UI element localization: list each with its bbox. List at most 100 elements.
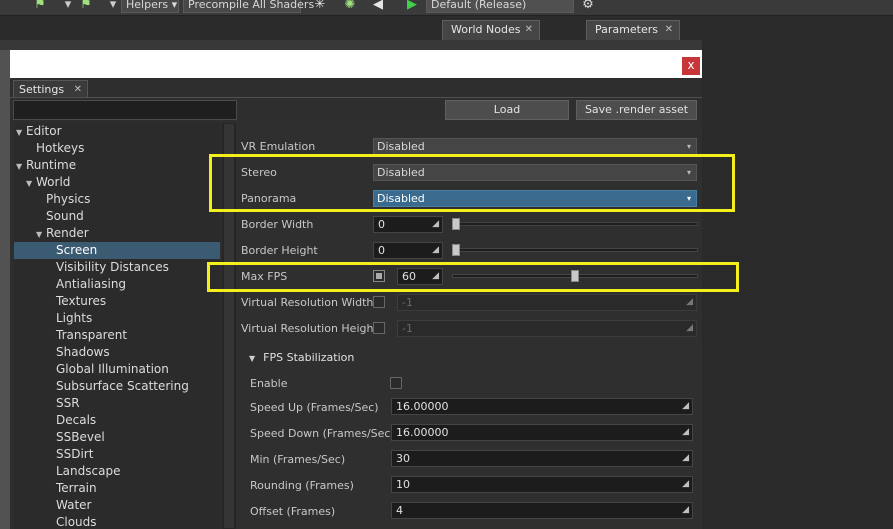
expand-arrow-icon[interactable]: ▼ — [16, 158, 26, 175]
tree-item-render[interactable]: ▼ Render — [14, 225, 220, 242]
speed-up-field[interactable]: 16.00000 ◢ — [391, 398, 693, 415]
border-height-field[interactable]: 0 ◢ — [373, 242, 443, 259]
border-height-slider-thumb[interactable] — [452, 244, 460, 256]
resize-icon: ◢ — [432, 245, 439, 255]
tree-item-transparent[interactable]: Transparent — [14, 327, 220, 344]
tree-item-visibility-distances[interactable]: Visibility Distances — [14, 259, 220, 276]
helpers-button[interactable]: Helpers ▾ — [121, 0, 179, 13]
tree-item-label: Shadows — [56, 345, 110, 359]
tree-item-world[interactable]: ▼ World — [14, 174, 220, 191]
tab-settings[interactable]: Settings ✕ — [13, 80, 88, 98]
settings-tree: ▼ Editor Hotkeys ▼ Runtime ▼ World Physics Sound… — [14, 123, 220, 529]
resize-icon: ◢ — [682, 427, 689, 437]
tree-item-terrain[interactable]: Terrain — [14, 480, 220, 497]
bug-icon[interactable]: ✺ — [340, 0, 360, 14]
rounding-field[interactable]: 10 ◢ — [391, 476, 693, 493]
expand-arrow-icon[interactable]: ▼ — [26, 175, 36, 192]
close-icon[interactable]: ✕ — [74, 81, 82, 98]
tree-item-label: Clouds — [56, 515, 97, 529]
tree-item-label: Render — [46, 226, 89, 240]
min-fps-field[interactable]: 30 ◢ — [391, 450, 693, 467]
tree-item-editor[interactable]: ▼ Editor — [14, 123, 220, 140]
vr-emulation-select[interactable]: Disabled ▾ — [373, 138, 697, 155]
tree-item-label: Landscape — [56, 464, 121, 478]
resize-icon: ◢ — [686, 323, 693, 333]
tree-item-label: Decals — [56, 413, 97, 427]
close-button[interactable]: x — [682, 57, 700, 75]
vr-emulation-label: VR Emulation — [241, 140, 316, 153]
tree-item-label: Water — [56, 498, 92, 512]
close-icon[interactable]: ✕ — [525, 21, 533, 39]
min-fps-label: Min (Frames/Sec) — [250, 453, 346, 466]
chevron-down-icon[interactable]: ▾ — [103, 0, 123, 14]
speed-up-label: Speed Up (Frames/Sec) — [250, 401, 379, 414]
tree-item-ssbevel[interactable]: SSBevel — [14, 429, 220, 446]
tree-item-label: World — [36, 175, 71, 189]
tree-item-label: Textures — [56, 294, 107, 308]
tree-item-screen[interactable]: Screen — [14, 242, 220, 259]
close-icon[interactable]: ✕ — [665, 21, 673, 39]
virtual-res-height-checkbox[interactable] — [373, 322, 385, 334]
search-input[interactable] — [13, 100, 237, 120]
tree-item-label: Lights — [56, 311, 93, 325]
expand-arrow-icon[interactable]: ▼ — [36, 226, 46, 243]
virtual-res-width-checkbox[interactable] — [373, 296, 385, 308]
chevron-down-icon[interactable]: ▾ — [58, 0, 78, 14]
speed-down-label: Speed Down (Frames/Sec) — [250, 427, 395, 440]
tree-item-subsurface-scattering[interactable]: Subsurface Scattering — [14, 378, 220, 395]
highlight-stereo-panorama — [209, 154, 735, 212]
tree-item-water[interactable]: Water — [14, 497, 220, 514]
tab-world-nodes[interactable]: World Nodes ✕ — [442, 20, 540, 40]
highlight-max-fps — [207, 262, 739, 292]
tree-item-decals[interactable]: Decals — [14, 412, 220, 429]
virtual-res-width-field[interactable]: -1 ◢ — [397, 294, 697, 311]
tree-item-global-illumination[interactable]: Global Illumination — [14, 361, 220, 378]
tree-item-shadows[interactable]: Shadows — [14, 344, 220, 361]
sound-icon[interactable]: ◀ — [368, 0, 388, 14]
expand-arrow-icon[interactable]: ▼ — [16, 124, 26, 141]
resize-icon: ◢ — [682, 505, 689, 515]
offset-field[interactable]: 4 ◢ — [391, 502, 693, 519]
fps-enable-checkbox[interactable] — [390, 377, 402, 389]
dialog-titlebar[interactable] — [10, 50, 702, 78]
tree-item-label: Runtime — [26, 158, 77, 172]
border-height-slider[interactable] — [452, 248, 698, 252]
tab-parameters[interactable]: Parameters ✕ — [586, 20, 680, 40]
tab-divider — [10, 97, 702, 98]
tree-item-landscape[interactable]: Landscape — [14, 463, 220, 480]
tree-item-physics[interactable]: Physics — [14, 191, 220, 208]
tree-item-textures[interactable]: Textures — [14, 293, 220, 310]
virtual-res-height-field[interactable]: -1 ◢ — [397, 320, 697, 337]
build-config-select[interactable]: Default (Release) — [426, 0, 574, 13]
save-render-asset-button[interactable]: Save .render asset — [576, 100, 697, 120]
gear-icon[interactable]: ⚙ — [578, 0, 598, 14]
tree-item-ssr[interactable]: SSR — [14, 395, 220, 412]
tree-item-lights[interactable]: Lights — [14, 310, 220, 327]
tree-item-label: Hotkeys — [36, 141, 85, 155]
tree-item-antialiasing[interactable]: Antialiasing — [14, 276, 220, 293]
tree-item-label: Terrain — [56, 481, 97, 495]
fps-stabilization-header[interactable]: ▼ FPS Stabilization — [249, 351, 354, 364]
tree-item-label: SSBevel — [56, 430, 105, 444]
precompile-shaders-button[interactable]: Precompile All Shaders — [183, 0, 314, 13]
tree-item-label: Global Illumination — [56, 362, 169, 376]
run-icon[interactable]: ⚑ — [30, 0, 50, 14]
tree-item-clouds[interactable]: Clouds — [14, 514, 220, 529]
tree-item-ssdirt[interactable]: SSDirt — [14, 446, 220, 463]
profiler-icon[interactable]: ✳ — [310, 0, 330, 14]
resize-icon: ◢ — [682, 479, 689, 489]
tree-item-label: Visibility Distances — [56, 260, 169, 274]
play-icon[interactable]: ▶ — [402, 0, 422, 14]
virtual-res-height-label: Virtual Resolution Height — [241, 322, 378, 335]
speed-down-field[interactable]: 16.00000 ◢ — [391, 424, 693, 441]
border-width-field[interactable]: 0 ◢ — [373, 216, 443, 233]
tree-item-sound[interactable]: Sound — [14, 208, 220, 225]
tree-item-hotkeys[interactable]: Hotkeys — [14, 140, 220, 157]
border-width-slider-thumb[interactable] — [452, 218, 460, 230]
resize-icon: ◢ — [686, 297, 693, 307]
tree-item-runtime[interactable]: ▼ Runtime — [14, 157, 220, 174]
load-button[interactable]: Load — [445, 100, 569, 120]
border-width-slider[interactable] — [452, 222, 698, 226]
chevron-down-icon: ▾ — [686, 142, 691, 151]
run-alt-icon[interactable]: ⚑ — [76, 0, 96, 14]
